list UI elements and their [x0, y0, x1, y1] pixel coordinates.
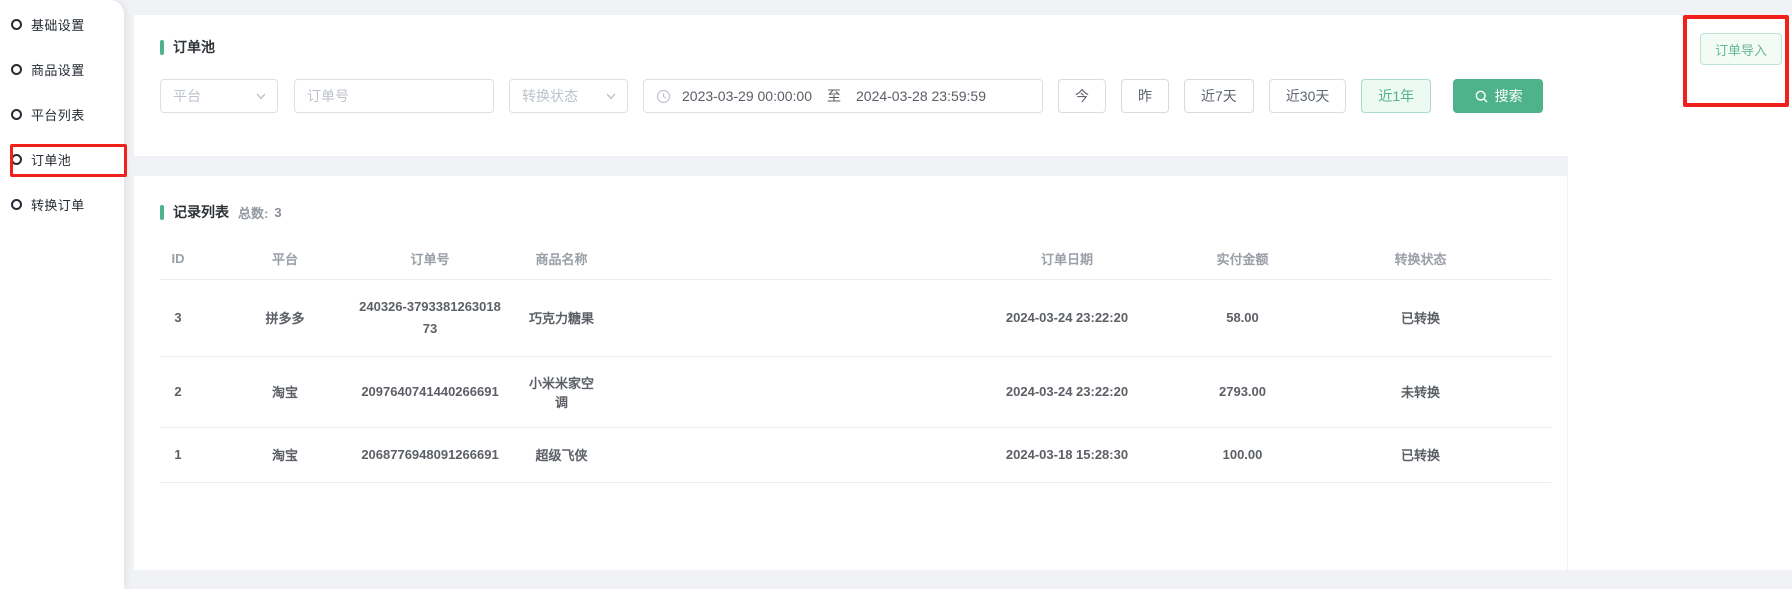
table-row: 3 拼多多 240326-379338126301873 巧克力糖果 2024-… — [160, 279, 1551, 356]
records-total-label: 总数: — [238, 203, 268, 222]
title-accent-bar — [160, 205, 164, 220]
sidebar-item-label: 平台列表 — [31, 105, 85, 124]
convert-status-select[interactable]: 转换状态 — [509, 79, 628, 113]
records-total-value: 3 — [274, 205, 281, 220]
clock-icon — [656, 89, 671, 104]
cell-id: 3 — [160, 279, 224, 356]
cell-amount: 2793.00 — [1200, 356, 1370, 427]
cell-id: 2 — [160, 356, 224, 427]
date-end-value: 2024-03-28 23:59:59 — [856, 88, 986, 104]
cell-platform: 淘宝 — [224, 427, 356, 482]
column-header: 订单号 — [356, 238, 524, 279]
cell-order-no: 240326-379338126301873 — [356, 279, 524, 356]
date-separator-label: 至 — [827, 86, 841, 106]
cell-status: 已转换 — [1370, 427, 1551, 482]
sidebar-item[interactable]: 平台列表 — [0, 92, 124, 137]
sidebar: 基础设置 商品设置 平台列表 订单池 转换订单 — [0, 0, 124, 589]
platform-select[interactable]: 平台 — [160, 79, 278, 113]
radio-circle-icon — [11, 199, 22, 210]
cell-platform: 拼多多 — [224, 279, 356, 356]
column-header: ID — [160, 238, 224, 279]
table-row: 1 淘宝 2068776948091266691 超级飞侠 2024-03-18… — [160, 427, 1551, 482]
records-title-text: 记录列表 — [173, 202, 229, 222]
order-pool-page: 基础设置 商品设置 平台列表 订单池 转换订单 订单池 平台 — [0, 0, 1792, 589]
table-header-row: ID 平台 订单号 商品名称 订单日期 实付金额 转换状态 — [160, 238, 1551, 279]
quick-range-button[interactable]: 近1年 — [1361, 79, 1431, 113]
convert-status-placeholder: 转换状态 — [522, 86, 578, 106]
chevron-down-icon — [605, 90, 617, 102]
records-table: ID 平台 订单号 商品名称 订单日期 实付金额 转换状态 3 拼多多 2403… — [160, 238, 1551, 483]
records-title-row: 记录列表 总数: 3 — [160, 202, 1541, 222]
date-range-picker[interactable]: 2023-03-29 00:00:00 至 2024-03-28 23:59:5… — [643, 79, 1043, 113]
cell-order-no: 2097640741440266691 — [356, 356, 524, 427]
page-title: 订单池 — [160, 37, 1792, 57]
column-header: 转换状态 — [1370, 238, 1551, 279]
cell-platform: 淘宝 — [224, 356, 356, 427]
table-body: 3 拼多多 240326-379338126301873 巧克力糖果 2024-… — [160, 279, 1551, 482]
radio-circle-icon — [11, 19, 22, 30]
order-no-text: 2068776948091266691 — [361, 444, 498, 466]
order-no-text: 240326-379338126301873 — [356, 296, 504, 340]
cell-order-date: 2024-03-24 23:22:20 — [674, 356, 1200, 427]
main-panel: 订单池 平台 转换状态 — [134, 15, 1792, 570]
cell-id: 1 — [160, 427, 224, 482]
order-no-input[interactable] — [294, 79, 494, 113]
quick-range-button[interactable]: 今 — [1058, 79, 1106, 113]
page-title-text: 订单池 — [173, 37, 215, 57]
sidebar-item-label: 订单池 — [31, 150, 71, 169]
column-header: 实付金额 — [1200, 238, 1370, 279]
section-divider — [134, 156, 1568, 176]
cell-amount: 100.00 — [1200, 427, 1370, 482]
cell-product: 巧克力糖果 — [524, 279, 674, 356]
cell-order-date: 2024-03-24 23:22:20 — [674, 279, 1200, 356]
sidebar-item-label: 转换订单 — [31, 195, 85, 214]
search-button-label: 搜索 — [1495, 86, 1523, 106]
sidebar-item[interactable]: 订单池 — [0, 137, 124, 182]
sidebar-menu: 基础设置 商品设置 平台列表 订单池 转换订单 — [0, 0, 124, 227]
cell-order-no: 2068776948091266691 — [356, 427, 524, 482]
cell-product: 超级飞侠 — [524, 427, 674, 482]
date-start-value: 2023-03-29 00:00:00 — [682, 88, 812, 104]
column-header: 订单日期 — [674, 238, 1200, 279]
quick-range-button[interactable]: 近30天 — [1269, 79, 1347, 113]
column-header: 平台 — [224, 238, 356, 279]
title-accent-bar — [160, 40, 164, 55]
cell-product: 小米米家空调 — [524, 356, 674, 427]
radio-circle-icon — [11, 154, 22, 165]
sidebar-item[interactable]: 转换订单 — [0, 182, 124, 227]
filter-section: 订单池 平台 转换状态 — [134, 15, 1792, 113]
radio-circle-icon — [11, 109, 22, 120]
cell-status: 未转换 — [1370, 356, 1551, 427]
search-button[interactable]: 搜索 — [1453, 79, 1543, 113]
sidebar-item-label: 商品设置 — [31, 60, 85, 79]
column-header: 商品名称 — [524, 238, 674, 279]
search-icon — [1474, 89, 1489, 104]
order-no-text: 2097640741440266691 — [361, 381, 498, 403]
sidebar-item-label: 基础设置 — [31, 15, 85, 34]
platform-select-placeholder: 平台 — [173, 86, 201, 106]
sidebar-item[interactable]: 基础设置 — [0, 2, 124, 47]
cell-amount: 58.00 — [1200, 279, 1370, 356]
quick-range-button[interactable]: 近7天 — [1184, 79, 1254, 113]
records-section: 记录列表 总数: 3 ID 平台 订单号 商品名称 订单日期 实付金额 转换状态… — [134, 176, 1568, 574]
filter-row: 平台 转换状态 — [160, 79, 1792, 113]
quick-range-group: 今 昨 近7天 近30天 近1年 — [1058, 79, 1446, 113]
chevron-down-icon — [255, 90, 267, 102]
cell-status: 已转换 — [1370, 279, 1551, 356]
order-import-button[interactable]: 订单导入 — [1700, 33, 1782, 65]
sidebar-item[interactable]: 商品设置 — [0, 47, 124, 92]
radio-circle-icon — [11, 64, 22, 75]
quick-range-button[interactable]: 昨 — [1121, 79, 1169, 113]
cell-order-date: 2024-03-18 15:28:30 — [674, 427, 1200, 482]
table-row: 2 淘宝 2097640741440266691 小米米家空调 2024-03-… — [160, 356, 1551, 427]
